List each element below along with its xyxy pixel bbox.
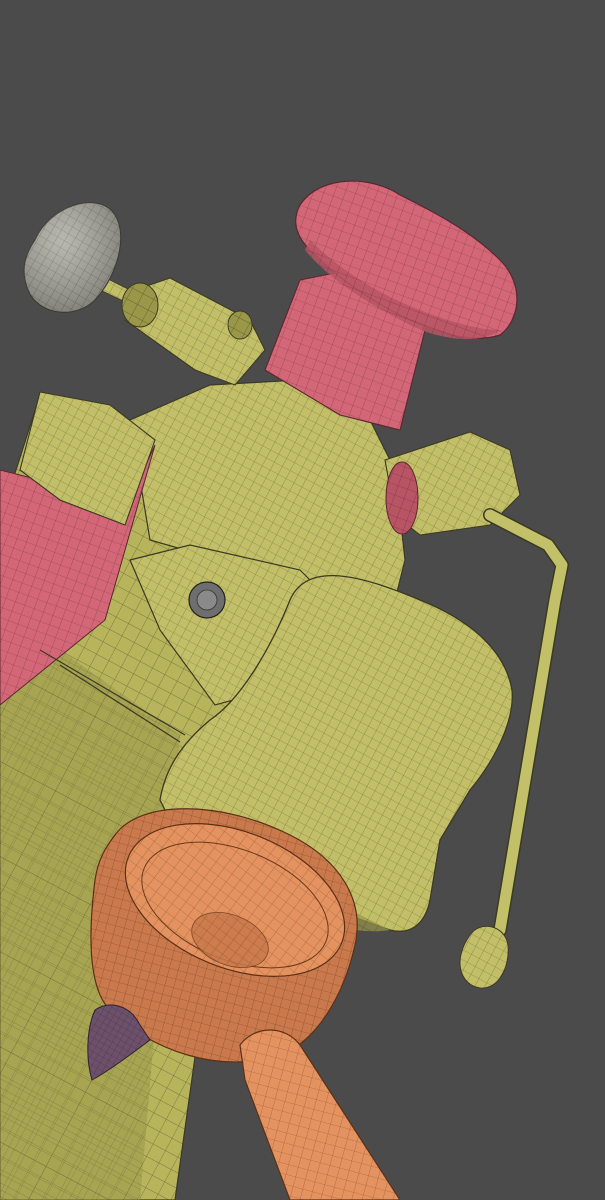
3d-viewport <box>0 0 605 1200</box>
wireframe-espresso-machine-render <box>0 0 605 1200</box>
